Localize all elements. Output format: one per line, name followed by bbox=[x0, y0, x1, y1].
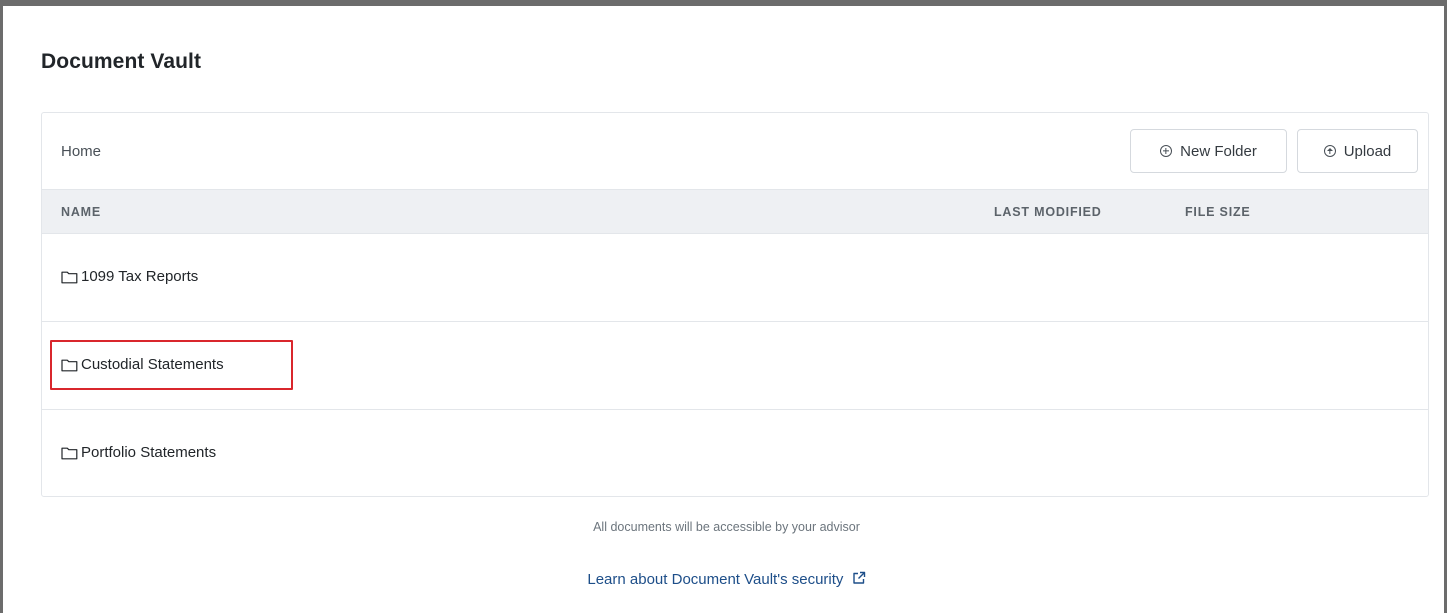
table-row[interactable]: Portfolio Statements bbox=[42, 410, 1428, 496]
folder-link[interactable]: Custodial Statements bbox=[61, 356, 224, 373]
new-folder-button[interactable]: New Folder bbox=[1130, 129, 1287, 173]
folder-icon bbox=[61, 271, 78, 283]
folder-name: 1099 Tax Reports bbox=[81, 268, 199, 285]
advisor-access-note: All documents will be accessible by your… bbox=[593, 520, 860, 534]
table-header: NAME LAST MODIFIED FILE SIZE bbox=[42, 189, 1428, 234]
column-header-last-modified[interactable]: LAST MODIFIED bbox=[994, 205, 1102, 219]
upload-circle-icon bbox=[1323, 145, 1336, 157]
column-header-file-size[interactable]: FILE SIZE bbox=[1185, 205, 1251, 219]
document-vault-window: Document Vault Home New Folder Upload NA… bbox=[0, 0, 1447, 613]
file-browser-panel: Home New Folder Upload NAME LAST MODIFIE… bbox=[41, 112, 1429, 497]
security-link-container: Learn about Document Vault's security bbox=[3, 571, 1447, 588]
page-title: Document Vault bbox=[41, 50, 202, 73]
plus-circle-icon bbox=[1160, 145, 1173, 157]
folder-list: 1099 Tax Reports Custodial Statements Po… bbox=[42, 234, 1428, 496]
security-link[interactable]: Learn about Document Vault's security bbox=[587, 571, 865, 588]
table-row[interactable]: 1099 Tax Reports bbox=[42, 234, 1428, 322]
file-toolbar: Home New Folder Upload bbox=[42, 113, 1428, 189]
table-row[interactable]: Custodial Statements bbox=[42, 322, 1428, 410]
security-link-text: Learn about Document Vault's security bbox=[587, 571, 844, 588]
folder-name: Custodial Statements bbox=[81, 356, 224, 373]
breadcrumb-home[interactable]: Home bbox=[61, 143, 101, 160]
folder-name: Portfolio Statements bbox=[81, 444, 217, 461]
column-header-name[interactable]: NAME bbox=[61, 205, 101, 219]
folder-icon bbox=[61, 359, 78, 371]
folder-link[interactable]: 1099 Tax Reports bbox=[61, 268, 198, 285]
upload-label: Upload bbox=[1343, 142, 1392, 160]
external-link-icon bbox=[852, 571, 865, 584]
folder-icon bbox=[61, 447, 78, 459]
folder-link[interactable]: Portfolio Statements bbox=[61, 444, 216, 461]
upload-button[interactable]: Upload bbox=[1297, 129, 1418, 173]
new-folder-label: New Folder bbox=[1180, 142, 1257, 160]
